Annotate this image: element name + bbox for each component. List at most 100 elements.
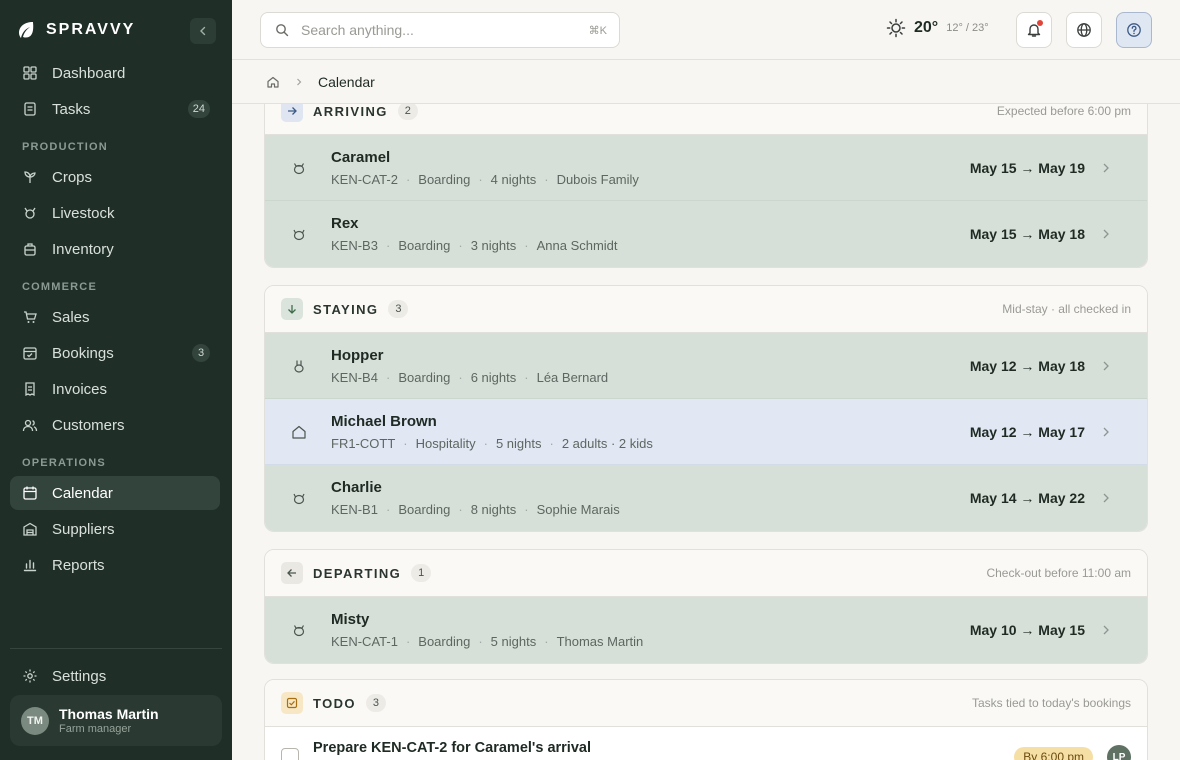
meta-separator: ·: [478, 172, 483, 187]
chevron-right-icon: [1103, 361, 1109, 371]
avatar: TM: [21, 706, 49, 735]
sidebar-item-tasks[interactable]: Tasks 24: [10, 92, 220, 126]
sidebar-item-label: Bookings: [52, 344, 114, 362]
gear-icon: [23, 669, 37, 683]
meta-separator: ·: [524, 502, 529, 517]
group-title: STAYING: [313, 301, 379, 317]
home-icon[interactable]: [266, 75, 280, 89]
group-header: ARRIVING 2 Expected before 6:00 pm: [265, 104, 1147, 135]
meta-separator: ·: [524, 370, 529, 385]
search-shortcut: ⌘K: [588, 24, 607, 37]
booking-guest: Thomas Martin: [556, 634, 644, 649]
notifications-button[interactable]: [1016, 12, 1052, 48]
sidebar-item-label: Invoices: [52, 380, 108, 398]
globe-icon: [1077, 23, 1091, 37]
search-box[interactable]: ⌘K: [260, 12, 620, 48]
livestock-icon: [24, 207, 36, 219]
sidebar-item-sales[interactable]: Sales: [10, 300, 220, 334]
search-icon: [276, 24, 289, 37]
arrow-down-icon: [281, 298, 303, 320]
booking-row[interactable]: Charlie KEN-B1 · Boarding · 8 nights · Soph…: [265, 465, 1147, 531]
dashboard-icon: [23, 66, 37, 80]
sidebar-item-invoices[interactable]: Invoices: [10, 372, 220, 406]
sidebar-item-calendar[interactable]: Calendar: [10, 476, 220, 510]
current-temperature: 20°: [914, 19, 939, 36]
sidebar-item-dashboard[interactable]: Dashboard: [10, 56, 220, 90]
booking-type: Boarding: [418, 634, 471, 649]
meta-separator: ·: [405, 634, 411, 649]
booking-meta: KEN-CAT-1 · Boarding · 5 nights · Thomas Ma…: [331, 634, 643, 649]
todo-title[interactable]: Prepare KEN-CAT-2 for Caramel's arrival: [313, 740, 591, 756]
sidebar-item-label: Dashboard: [52, 64, 126, 82]
group-note: Tasks tied to today's bookings: [971, 696, 1131, 710]
booking-row[interactable]: Rex KEN-B3 · Boarding · 3 nights · Anna Sch…: [265, 201, 1147, 267]
meta-separator: ·: [524, 238, 529, 253]
chevron-right-icon: [1103, 493, 1109, 503]
warehouse-icon: [23, 522, 37, 536]
search-input[interactable]: [301, 22, 571, 38]
sidebar-item-inventory[interactable]: Inventory: [10, 232, 220, 266]
user-profile[interactable]: TM Thomas Martin Farm manager: [10, 695, 222, 746]
brand[interactable]: SPRAVVY: [16, 18, 135, 42]
meta-separator: ·: [544, 172, 549, 187]
sidebar-item-reports[interactable]: Reports: [10, 548, 220, 582]
booking-type: Boarding: [418, 172, 471, 187]
breadcrumb-current: Calendar: [318, 73, 375, 90]
sidebar-item-crops[interactable]: Crops: [10, 160, 220, 194]
booking-unit: KEN-B4: [331, 370, 378, 385]
booking-type: Boarding: [398, 502, 451, 517]
meta-separator: ·: [458, 238, 463, 253]
booking-name: Hopper: [331, 347, 384, 364]
booking-name: Michael Brown: [331, 413, 437, 430]
meta-separator: ·: [405, 172, 411, 187]
booking-guest: 2 adults · 2 kids: [561, 436, 653, 451]
checkbox-checked-icon: [281, 692, 303, 714]
sidebar-item-suppliers[interactable]: Suppliers: [10, 512, 220, 546]
meta-separator: ·: [544, 634, 549, 649]
group-staying: STAYING 3 Mid-stay · all checked in Hopp…: [264, 285, 1148, 532]
sidebar-item-label: Livestock: [52, 204, 115, 222]
cart-icon: [24, 311, 37, 323]
group-header: STAYING 3 Mid-stay · all checked in: [265, 286, 1147, 333]
todo-item: Prepare KEN-CAT-2 for Caramel's arrival …: [265, 727, 1147, 760]
meta-separator: ·: [385, 238, 391, 253]
meta-separator: ·: [385, 502, 391, 517]
booking-row[interactable]: Caramel KEN-CAT-2 · Boarding · 4 nights · D…: [265, 135, 1147, 201]
sidebar-item-label: Sales: [52, 308, 90, 326]
arrow-left-icon: [281, 562, 303, 584]
group-departing: DEPARTING 1 Check-out before 11:00 am Mi…: [264, 549, 1148, 664]
meta-separator: ·: [403, 436, 408, 451]
sidebar-item-bookings[interactable]: Bookings 3: [10, 336, 220, 370]
booking-dates: May 15 → May 18: [969, 226, 1085, 242]
booking-nights: 6 nights: [470, 370, 517, 385]
collapse-sidebar-button[interactable]: [190, 18, 216, 44]
sidebar-item-label: Suppliers: [52, 520, 115, 538]
sidebar-item-label: Calendar: [52, 484, 113, 502]
booking-row[interactable]: Michael Brown FR1-COTT · Hospitality · 5 n…: [265, 399, 1147, 465]
language-button[interactable]: [1066, 12, 1102, 48]
brand-name: SPRAVVY: [46, 21, 136, 38]
group-header: TODO 3 Tasks tied to today's bookings: [265, 680, 1147, 727]
sun-icon: [886, 18, 906, 38]
booking-unit: FR1-COTT: [331, 436, 396, 451]
todo-checkbox[interactable]: [281, 748, 299, 760]
booking-unit: KEN-B1: [331, 502, 378, 517]
sidebar-item-customers[interactable]: Customers: [10, 408, 220, 442]
invoice-icon: [25, 382, 35, 397]
meta-separator: ·: [478, 634, 483, 649]
tasks-icon: [24, 102, 36, 116]
booking-meta: KEN-B4 · Boarding · 6 nights · Léa Bernard: [331, 370, 608, 385]
chevron-right-icon: [1103, 163, 1109, 173]
booking-dates: May 14 → May 22: [969, 490, 1085, 506]
calendar-icon: [23, 486, 37, 500]
leaf-logo-icon: [19, 22, 34, 38]
sidebar-item-livestock[interactable]: Livestock: [10, 196, 220, 230]
booking-row[interactable]: Hopper KEN-B4 · Boarding · 6 nights · Léa B…: [265, 333, 1147, 399]
sidebar-item-settings[interactable]: Settings: [10, 659, 220, 693]
help-button[interactable]: [1116, 12, 1152, 48]
sidebar-item-label: Tasks: [52, 100, 91, 118]
booking-row[interactable]: Misty KEN-CAT-1 · Boarding · 5 nights · Tho…: [265, 597, 1147, 663]
temperature-low: 12°: [946, 22, 963, 34]
weather-widget: 20° 12° / 23°: [886, 18, 989, 38]
booking-meta: FR1-COTT · Hospitality · 5 nights · 2 adult…: [331, 436, 653, 451]
